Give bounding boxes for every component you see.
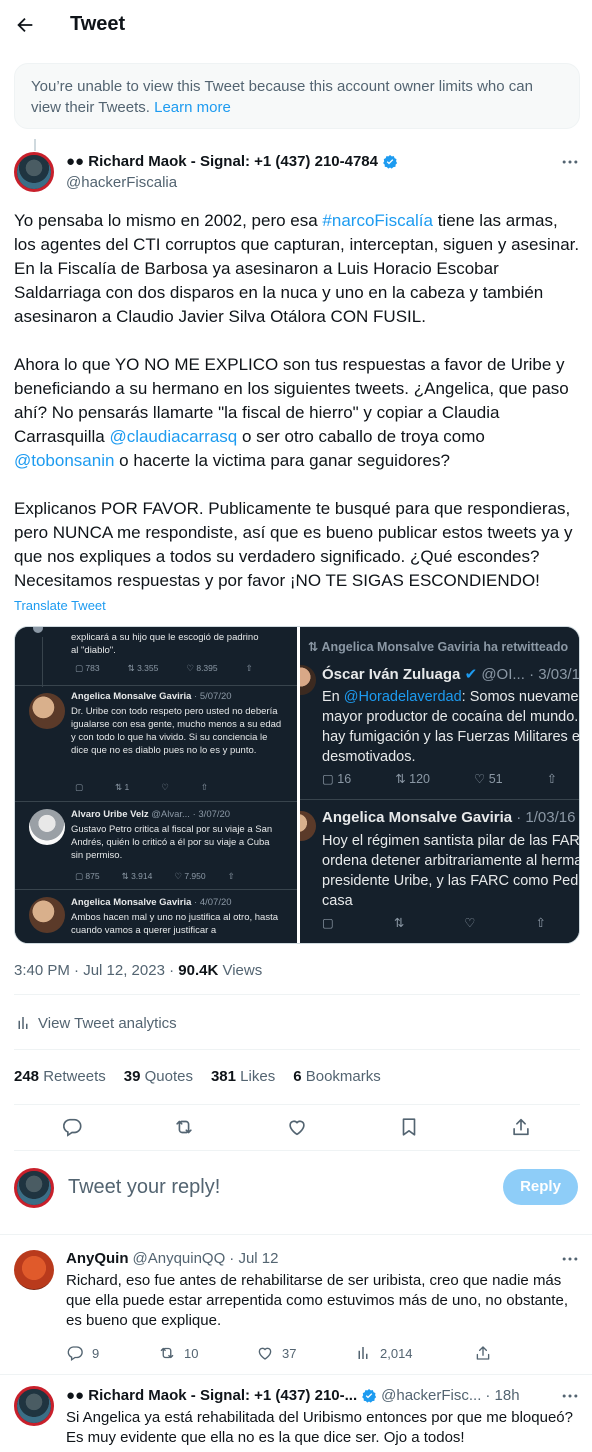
mention-link[interactable]: @tobonsanin xyxy=(14,451,114,470)
comment-author-handle: @AnyquinQQ xyxy=(132,1250,226,1267)
analytics-icon xyxy=(18,1017,28,1029)
author-display-name[interactable]: ●● Richard Maok - Signal: +1 (437) 210-4… xyxy=(66,153,378,170)
bookmarks-stat[interactable]: 6 Bookmarks xyxy=(293,1068,381,1085)
tweet-paragraph-2: Ahora lo que YO NO ME EXPLICO son tus re… xyxy=(14,355,569,470)
retweet-icon xyxy=(160,1347,174,1359)
media-screenshot-right: ⇅ Angelica Monsalve Gaviria ha retwittea… xyxy=(300,627,579,943)
tweet-timestamp: 3:40 PM · Jul 12, 2023 · 90.4K Views xyxy=(14,962,263,979)
notice-text: You’re unable to view this Tweet because… xyxy=(31,78,533,116)
retweet-icon[interactable] xyxy=(173,1116,195,1138)
author-avatar[interactable] xyxy=(14,152,54,192)
comment-date: · 18h xyxy=(485,1387,520,1404)
divider xyxy=(0,1234,592,1235)
reply-composer: Tweet your reply! Reply xyxy=(14,1166,580,1210)
tweet-media-image[interactable]: explicará a su hijo que le escogió de pa… xyxy=(14,626,580,944)
restricted-notice: You’re unable to view this Tweet because… xyxy=(14,63,580,129)
views-count: 90.4K xyxy=(178,962,219,979)
share-icon xyxy=(476,1346,490,1360)
reply-icon xyxy=(67,1346,83,1362)
back-arrow-icon[interactable] xyxy=(14,14,36,36)
translate-tweet-link[interactable]: Translate Tweet xyxy=(14,598,106,613)
more-options-icon[interactable] xyxy=(560,1386,580,1406)
media-screenshot-left: explicará a su hijo que le escogió de pa… xyxy=(15,627,297,943)
retweets-stat[interactable]: 248 Retweets xyxy=(14,1068,106,1085)
comment-avatar[interactable] xyxy=(14,1250,54,1290)
share-icon[interactable] xyxy=(510,1116,532,1138)
tweet-paragraph-3: Explicanos POR FAVOR. Publicamente te bu… xyxy=(14,499,573,590)
comment-actions: 9 10 37 2,014 xyxy=(66,1344,526,1362)
hashtag-link[interactable]: #narcoFiscalía xyxy=(322,211,433,230)
like-icon[interactable] xyxy=(286,1116,308,1138)
divider xyxy=(0,1374,592,1375)
comment-text: Richard, eso fue antes de rehabilitarse … xyxy=(66,1272,568,1329)
comment-text: Si Angelica ya está rehabilitada del Uri… xyxy=(66,1409,573,1446)
comment-like-button[interactable]: 37 xyxy=(256,1344,354,1362)
author-name-row[interactable]: ●● Richard Maok - Signal: +1 (437) 210-4… xyxy=(66,153,398,170)
comment-author-name: AnyQuin xyxy=(66,1250,129,1267)
more-options-icon[interactable] xyxy=(560,1249,580,1269)
reply-icon[interactable] xyxy=(61,1116,83,1138)
verified-badge-icon xyxy=(383,154,398,169)
divider xyxy=(14,1049,580,1050)
tweet-text: Yo pensaba lo mismo en 2002, pero esa #n… xyxy=(14,209,580,593)
mini-stat-replies: ▢ 783 xyxy=(75,663,100,673)
comment-views-button[interactable]: 2,014 xyxy=(354,1344,474,1362)
reply-input[interactable]: Tweet your reply! xyxy=(68,1176,220,1199)
like-icon xyxy=(258,1347,272,1360)
likes-stat[interactable]: 381 Likes xyxy=(211,1068,275,1085)
comment-share-button[interactable] xyxy=(474,1344,492,1362)
top-bar: Tweet xyxy=(0,0,592,52)
comment-avatar[interactable] xyxy=(14,1386,54,1426)
divider xyxy=(14,1104,580,1105)
bookmark-icon[interactable] xyxy=(398,1116,420,1138)
mention-link[interactable]: @claudiacarrasq xyxy=(109,427,237,446)
verified-badge-icon xyxy=(362,1388,377,1403)
my-avatar[interactable] xyxy=(14,1168,54,1208)
comment-author-handle: @hackerFisc... xyxy=(381,1387,482,1404)
page-title: Tweet xyxy=(70,13,126,35)
quotes-stat[interactable]: 39 Quotes xyxy=(124,1068,193,1085)
comment-date: · Jul 12 xyxy=(229,1250,279,1267)
learn-more-link[interactable]: Learn more xyxy=(154,99,231,116)
thread-connector xyxy=(34,139,36,151)
mini-stat-retweets: ⇅ 3.355 xyxy=(127,663,159,673)
analytics-icon xyxy=(358,1347,368,1359)
comment-header[interactable]: AnyQuin @AnyquinQQ · Jul 12 xyxy=(66,1250,278,1267)
divider xyxy=(14,994,580,995)
comment-header[interactable]: ●● Richard Maok - Signal: +1 (437) 210-.… xyxy=(66,1387,520,1404)
reply-button[interactable]: Reply xyxy=(503,1169,578,1205)
mini-stat-likes: ♡ 8.395 xyxy=(186,663,218,673)
author-handle[interactable]: @hackerFiscalia xyxy=(66,174,177,191)
comment-reply-button[interactable]: 9 xyxy=(66,1344,158,1362)
engagement-stats: 248 Retweets 39 Quotes 381 Likes 6 Bookm… xyxy=(14,1068,381,1085)
divider xyxy=(14,1150,580,1151)
comment-retweet-button[interactable]: 10 xyxy=(158,1344,256,1362)
view-analytics-link[interactable]: View Tweet analytics xyxy=(14,1014,177,1032)
tweet-paragraph-1: Yo pensaba lo mismo en 2002, pero esa #n… xyxy=(14,211,580,326)
more-options-icon[interactable] xyxy=(560,152,580,172)
comment-author-name: ●● Richard Maok - Signal: +1 (437) 210-.… xyxy=(66,1387,358,1404)
